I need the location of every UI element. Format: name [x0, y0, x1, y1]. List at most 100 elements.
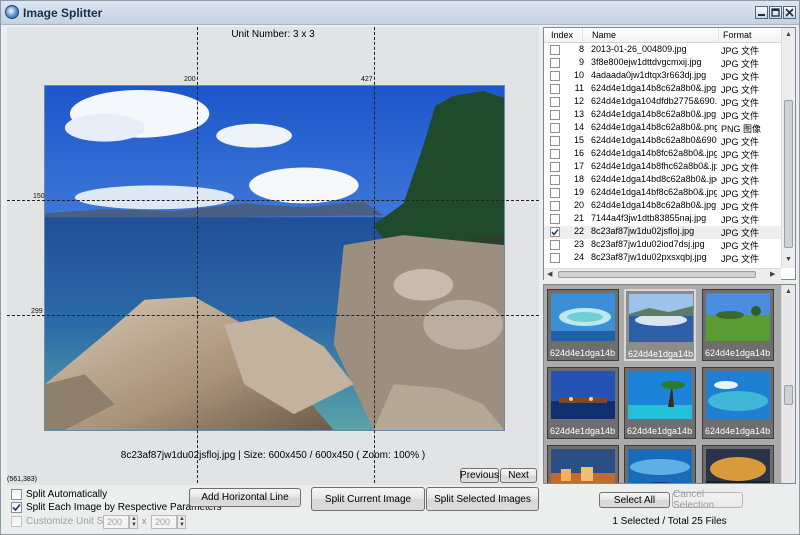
file-list-vertical-scrollbar[interactable]: ▲ ▼ [781, 28, 795, 268]
file-list-row[interactable]: 13 624d4e1dga14b8c62a8b0&.jpg JPG 文件 [544, 109, 782, 122]
file-list-horizontal-scrollbar[interactable]: ◀ ▶ [544, 268, 781, 280]
maximize-button[interactable] [769, 6, 782, 19]
file-list-row[interactable]: 15 624d4e1dga14b8c62a8b0&690.... JPG 文件 [544, 135, 782, 148]
row-index: 17 [573, 161, 584, 171]
unit-height-stepper[interactable]: ▲ ▼ [177, 515, 186, 529]
file-list-row[interactable]: 22 8c23af87jw1du02jsfloj.jpg JPG 文件 [544, 226, 782, 239]
file-list-row[interactable]: 16 624d4e1dga14b8fc62a8b0&.jpg JPG 文件 [544, 148, 782, 161]
split-each-checkbox[interactable] [11, 502, 22, 513]
split-preview-canvas[interactable]: Unit Number: 3 x 3 200 427 150 299 8c23a… [7, 27, 539, 485]
file-list-hscroll-thumb[interactable] [558, 271, 756, 278]
thumbnail-panel[interactable]: 624d4e1dga14b... 624d4e1dga14b... 624d4e1d… [543, 284, 796, 484]
thumbnail-item[interactable] [702, 445, 774, 483]
row-index: 15 [573, 135, 584, 145]
row-format: JPG 文件 [721, 137, 760, 147]
row-checkbox[interactable] [550, 45, 560, 55]
split-current-image-button[interactable]: Split Current Image [311, 487, 425, 511]
row-checkbox[interactable] [550, 136, 560, 146]
file-list[interactable]: Index Name Format 8 2013-01-26_004809.jpg… [543, 27, 796, 280]
title-bar[interactable]: Image Splitter [1, 1, 799, 25]
minimize-button[interactable] [755, 6, 768, 19]
scroll-up-icon[interactable]: ▲ [785, 31, 792, 38]
unit-width-stepper[interactable]: ▲ ▼ [129, 515, 138, 529]
file-list-row[interactable]: 24 8c23af87jw1du02pxsxqbj.jpg JPG 文件 [544, 252, 782, 265]
file-list-row[interactable]: 8 2013-01-26_004809.jpg JPG 文件 [544, 44, 782, 57]
thumbnail-item[interactable]: 624d4e1dga14b... [702, 289, 774, 361]
row-format: JPG 文件 [721, 85, 760, 95]
row-checkbox[interactable] [550, 58, 560, 68]
file-list-row[interactable]: 14 624d4e1dga14b8c62a8b0&.png PNG 图像 [544, 122, 782, 135]
file-list-row[interactable]: 19 624d4e1dga14bf8c62a8b0&.jpg JPG 文件 [544, 187, 782, 200]
add-horizontal-line-button[interactable]: Add Horizontal Line [189, 488, 301, 507]
thumbnail-scrollbar[interactable]: ▲ [781, 285, 795, 483]
row-checkbox[interactable] [550, 110, 560, 120]
column-format[interactable]: Format [723, 30, 752, 40]
row-checkbox[interactable] [550, 214, 560, 224]
file-list-row[interactable]: 23 8c23af87jw1du02iod7dsj.jpg JPG 文件 [544, 239, 782, 252]
row-checkbox[interactable] [550, 227, 560, 237]
select-all-button[interactable]: Select All [599, 492, 670, 508]
vertical-split-line-2[interactable] [374, 27, 375, 483]
thumbnail-item[interactable]: 624d4e1dga14b... [624, 367, 696, 439]
thumbnail-item[interactable]: 624d4e1dga14b... [624, 289, 696, 361]
next-button[interactable]: Next [500, 468, 537, 483]
row-file-name: 624d4e1dga14b8c62a8b0&.png [591, 122, 717, 132]
file-list-row[interactable]: 12 624d4e1dga104dfdb2775&690.... JPG 文件 [544, 96, 782, 109]
split-automatically-checkbox[interactable] [11, 489, 22, 500]
unit-height-input[interactable]: 200 [151, 515, 177, 529]
file-list-scroll-thumb[interactable] [784, 100, 793, 248]
row-checkbox[interactable] [550, 123, 560, 133]
cancel-selection-button[interactable]: Cancel Selection [672, 489, 743, 511]
file-list-row[interactable]: 9 3f8e800ejw1dttdvgcmxij.jpg JPG 文件 [544, 57, 782, 70]
thumbnail-scroll-thumb[interactable] [784, 385, 793, 405]
file-list-row[interactable]: 18 624d4e1dga14bd8c62a8b0&.jpg JPG 文件 [544, 174, 782, 187]
file-list-row[interactable]: 10 4adaada0jw1dtqx3r663dj.jpg JPG 文件 [544, 70, 782, 83]
scroll-left-icon[interactable]: ◀ [547, 271, 552, 278]
column-index[interactable]: Index [551, 30, 573, 40]
customize-unit-size-checkbox[interactable] [11, 516, 22, 527]
previous-button[interactable]: Previous [460, 468, 499, 483]
thumbnail-item[interactable]: 624d4e1dga14b... [547, 289, 619, 361]
row-checkbox[interactable] [550, 253, 560, 263]
row-index: 10 [573, 70, 584, 80]
vertical-split-line-1[interactable] [197, 27, 198, 483]
checkmark-icon [551, 229, 559, 236]
file-list-row[interactable]: 21 7144a4f3jw1dtb83855naj.jpg JPG 文件 [544, 213, 782, 226]
file-list-row[interactable]: 20 624d4e1dga14b8c62a8b0&.jpg JPG 文件 [544, 200, 782, 213]
horizontal-split-line-1[interactable] [7, 200, 539, 201]
row-file-name: 2013-01-26_004809.jpg [591, 44, 687, 54]
row-checkbox[interactable] [550, 240, 560, 250]
split-automatically-option[interactable]: Split Automatically [11, 489, 107, 500]
thumbnail-item[interactable]: 624d4e1dga14b... [702, 367, 774, 439]
close-button[interactable] [783, 6, 796, 19]
file-list-row[interactable]: 17 624d4e1dga14b8fhc62a8b0&.jpg JPG 文件 [544, 161, 782, 174]
split-selected-images-button[interactable]: Split Selected Images [426, 487, 539, 511]
row-checkbox[interactable] [550, 97, 560, 107]
row-format: JPG 文件 [721, 241, 760, 251]
thumbnail-item[interactable]: 624d4e1dga14b... [547, 367, 619, 439]
row-checkbox[interactable] [550, 188, 560, 198]
row-checkbox[interactable] [550, 149, 560, 159]
row-format: JPG 文件 [721, 46, 760, 56]
thumbnail-picture [706, 293, 770, 341]
scroll-down-icon[interactable]: ▼ [785, 256, 792, 263]
thumbnail-caption: 624d4e1dga14b... [550, 348, 616, 358]
unit-width-input[interactable]: 200 [103, 515, 129, 529]
thumbnail-item[interactable] [547, 445, 619, 483]
customize-unit-size-option[interactable]: Customize Unit Size [11, 516, 116, 527]
row-checkbox[interactable] [550, 84, 560, 94]
stepper-down-icon: ▼ [131, 522, 137, 528]
unit-number-label: Unit Number: 3 x 3 [231, 29, 315, 40]
app-logo-icon [5, 5, 19, 19]
column-name[interactable]: Name [592, 30, 616, 40]
row-checkbox[interactable] [550, 71, 560, 81]
row-checkbox[interactable] [550, 162, 560, 172]
scroll-up-icon[interactable]: ▲ [785, 288, 792, 295]
row-checkbox[interactable] [550, 201, 560, 211]
row-index: 19 [573, 187, 584, 197]
row-checkbox[interactable] [550, 175, 560, 185]
scroll-right-icon[interactable]: ▶ [770, 271, 775, 278]
thumbnail-item[interactable] [624, 445, 696, 483]
horizontal-split-line-2[interactable] [7, 315, 539, 316]
file-list-row[interactable]: 11 624d4e1dga14b8c62a8b0&.jpg JPG 文件 [544, 83, 782, 96]
